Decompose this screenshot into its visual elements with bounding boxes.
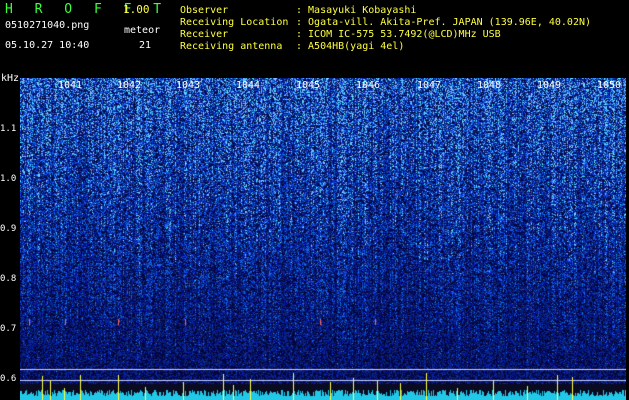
location-label: Receiving Location	[180, 17, 289, 28]
observer-label: Observer	[180, 5, 229, 16]
file-name: 0510271040.png	[5, 20, 90, 31]
receiver-label: Receiver	[180, 29, 229, 40]
time-tick-label: 1045	[296, 80, 321, 91]
app-version: 1.00	[123, 3, 150, 16]
y-tick-label: 1.1	[0, 124, 17, 134]
observer-value: : Masayuki Kobayashi	[296, 5, 417, 16]
receiver-value: : ICOM IC-575 53.7492(@LCD)MHz USB	[296, 29, 501, 40]
time-tick-label: 1041	[58, 80, 83, 91]
time-tick-label: 1047	[417, 80, 442, 91]
time-tick-label: 1042	[117, 80, 142, 91]
y-tick-label: 1.0	[0, 174, 17, 184]
meteor-count: 21	[139, 40, 152, 51]
y-tick-label: 0.6	[0, 374, 17, 384]
meteor-label: meteor	[124, 25, 161, 36]
location-value: : Ogata-vill. Akita-Pref. JAPAN (139.96E…	[296, 17, 592, 28]
time-tick-label: 1044	[236, 80, 261, 91]
antenna-value: : A504HB(yagi 4el)	[296, 41, 405, 52]
time-tick-label: 1048	[477, 80, 502, 91]
y-tick-label: 0.8	[0, 274, 17, 284]
antenna-label: Receiving antenna	[180, 41, 283, 52]
time-tick-label: 1050	[597, 80, 622, 91]
time-tick-label: 1049	[537, 80, 562, 91]
y-tick-label: 0.9	[0, 224, 17, 234]
time-tick-label: 1046	[356, 80, 381, 91]
date-time: 05.10.27 10:40	[5, 40, 90, 51]
spectrogram-panel	[20, 78, 626, 400]
y-axis-unit: kHz	[1, 73, 20, 84]
time-tick-label: 1043	[176, 80, 201, 91]
y-tick-label: 0.7	[0, 324, 17, 334]
spectrogram-canvas	[20, 78, 626, 400]
hrofft-window: H R O F F T 1.00 0510271040.png meteor 0…	[0, 0, 629, 400]
